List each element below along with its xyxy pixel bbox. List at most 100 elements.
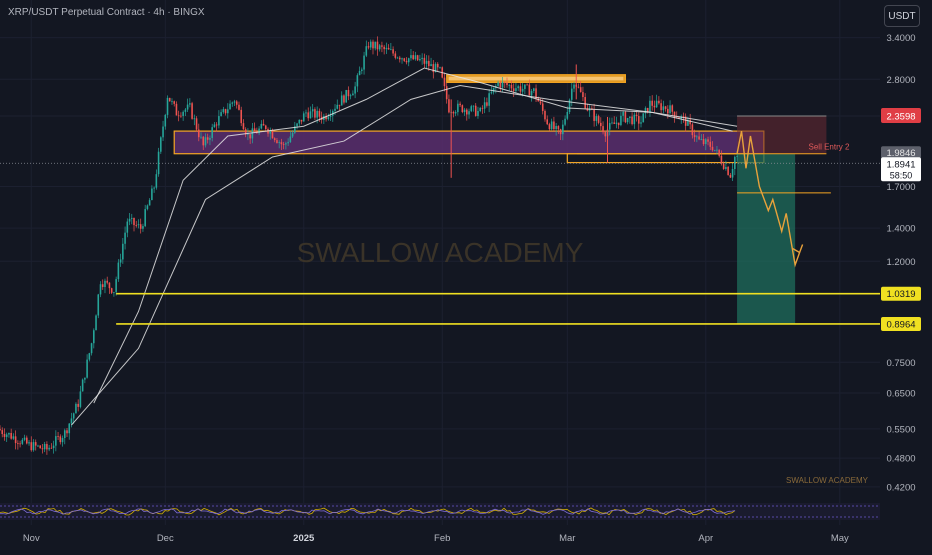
candle-body xyxy=(340,95,343,106)
candle-body xyxy=(280,142,283,145)
candle-body xyxy=(468,111,470,115)
candle-body xyxy=(70,418,73,424)
candle-body xyxy=(117,262,120,280)
zone-box-inner xyxy=(448,76,624,81)
candle-body xyxy=(224,109,227,114)
candle-body xyxy=(613,122,616,124)
candle-body xyxy=(564,118,566,125)
take-profit-zone xyxy=(737,153,796,324)
candle-body xyxy=(704,139,707,145)
candle-body xyxy=(215,124,218,126)
candle-body xyxy=(490,92,493,94)
candle-body xyxy=(720,155,723,164)
candle-body xyxy=(559,129,562,135)
candle-body xyxy=(421,57,423,60)
candle-body xyxy=(557,126,560,130)
candle-body xyxy=(128,218,131,222)
candle-body xyxy=(75,403,77,414)
y-tick-label: 2.8000 xyxy=(886,75,915,86)
candle-body xyxy=(247,134,249,136)
chart-area[interactable]: SWALLOW ACADEMY Sell Entry 2 1.0319 0.896… xyxy=(0,0,932,550)
candle-body xyxy=(41,448,44,450)
candle-body xyxy=(604,132,607,137)
candle-body xyxy=(329,115,332,117)
candle-body xyxy=(461,105,464,113)
candle-body xyxy=(718,149,720,156)
candle-body xyxy=(662,106,665,111)
candle-body xyxy=(620,115,622,126)
candle-body xyxy=(700,139,703,140)
candle-body xyxy=(443,77,446,87)
candle-body xyxy=(372,41,374,49)
candle-body xyxy=(264,125,267,130)
stop-price-label: 2.3598 xyxy=(886,112,915,123)
candle-body xyxy=(394,53,397,58)
candle-body xyxy=(369,41,372,48)
candle-body xyxy=(211,127,213,138)
candle-body xyxy=(367,46,370,48)
last-price-label: 1.8941 xyxy=(886,159,915,170)
candle-body xyxy=(387,47,390,50)
candle-body xyxy=(570,88,573,100)
candle-body xyxy=(300,119,303,122)
candle-body xyxy=(503,81,506,83)
candle-body xyxy=(135,225,138,226)
candle-body xyxy=(133,217,135,226)
candle-body xyxy=(28,442,30,444)
candle-body xyxy=(3,433,6,437)
candle-body xyxy=(631,116,633,125)
candle-body xyxy=(398,57,401,60)
candle-body xyxy=(155,174,158,188)
candle-body xyxy=(8,432,10,435)
candle-body xyxy=(731,168,734,178)
symbol-title[interactable]: XRP/USDT Perpetual Contract · 4h · BINGX xyxy=(8,7,205,18)
candle-body xyxy=(707,139,709,142)
candle-body xyxy=(445,86,448,100)
candle-body xyxy=(17,443,19,444)
candle-body xyxy=(52,445,55,449)
y-tick-label: 0.5500 xyxy=(886,424,915,435)
candle-body xyxy=(108,282,111,289)
candle-body xyxy=(5,434,8,437)
candle-body xyxy=(262,123,265,126)
candle-body xyxy=(291,132,294,137)
candle-body xyxy=(296,123,298,127)
candle-body xyxy=(305,112,307,114)
candle-body xyxy=(430,64,432,67)
candle-body xyxy=(10,432,12,439)
candle-body xyxy=(48,447,50,450)
candle-body xyxy=(162,126,164,138)
candle-body xyxy=(153,187,155,189)
candle-body xyxy=(338,104,341,106)
price-chart[interactable]: SWALLOW ACADEMY Sell Entry 2 1.0319 0.896… xyxy=(0,0,932,550)
candle-body xyxy=(508,84,511,86)
y-tick-label: 0.4200 xyxy=(886,482,915,493)
candle-body xyxy=(334,108,336,111)
candle-body xyxy=(546,119,549,125)
candle-body xyxy=(617,122,620,126)
candle-body xyxy=(736,156,738,157)
candle-body xyxy=(271,130,274,139)
sell-entry-label: Sell Entry 2 xyxy=(809,143,850,152)
x-tick-label: Feb xyxy=(434,533,450,544)
candle-body xyxy=(124,232,126,244)
candle-body xyxy=(126,221,129,233)
candle-body xyxy=(200,136,202,138)
candle-body xyxy=(37,445,39,447)
candle-body xyxy=(512,88,515,91)
candle-body xyxy=(392,49,394,54)
candle-body xyxy=(34,442,37,446)
candle-body xyxy=(193,118,196,120)
candle-body xyxy=(168,97,171,102)
candle-body xyxy=(611,122,613,124)
candle-body xyxy=(698,136,700,140)
candle-body xyxy=(233,101,236,103)
currency-button[interactable]: USDT xyxy=(884,5,920,27)
candle-body xyxy=(729,174,732,178)
candle-body xyxy=(66,430,68,434)
candle-body xyxy=(218,116,220,126)
candle-body xyxy=(497,82,499,86)
candle-body xyxy=(691,124,694,136)
candle-body xyxy=(231,102,234,104)
candle-body xyxy=(381,45,383,47)
